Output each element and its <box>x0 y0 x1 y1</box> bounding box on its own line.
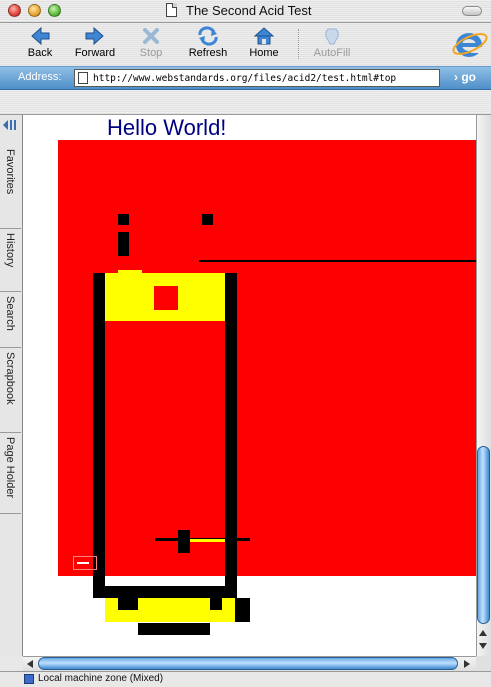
window-title: The Second Acid Test <box>186 3 312 18</box>
zoom-window-button[interactable] <box>48 4 61 17</box>
vertical-scrollbar-thumb[interactable] <box>477 446 490 624</box>
scrollbar-corner <box>476 656 491 671</box>
autofill-button[interactable]: AutoFill <box>303 25 361 65</box>
bottom-bar <box>138 623 210 635</box>
horizontal-scrollbar-thumb[interactable] <box>38 657 458 670</box>
tab-page-holder-label: Page Holder <box>4 437 16 499</box>
scroll-up-arrow-icon[interactable] <box>478 628 488 638</box>
back-label: Back <box>27 47 53 59</box>
nose-block <box>118 232 129 256</box>
right-eye-block <box>202 214 213 225</box>
stop-x-icon <box>143 28 159 44</box>
toolbar-toggle-button[interactable] <box>462 6 482 16</box>
back-arrow-icon <box>31 26 50 46</box>
explorer-bar: Favorites History Search Scrapbook Page … <box>0 115 23 656</box>
address-bar: Address: › go <box>0 66 491 90</box>
forward-arrow-icon <box>85 26 104 46</box>
smile-block <box>178 530 190 553</box>
internet-explorer-logo-icon <box>452 33 488 57</box>
right-face-border <box>225 273 237 598</box>
forward-button[interactable]: Forward <box>66 25 124 65</box>
tab-scrapbook-label: Scrapbook <box>4 352 16 405</box>
home-icon <box>253 27 275 45</box>
status-zone-text: Local machine zone (Mixed) <box>38 673 164 684</box>
chin-bar <box>93 586 237 598</box>
autofill-label: AutoFill <box>313 47 351 59</box>
go-label: go <box>461 70 477 84</box>
security-zone-icon <box>24 674 34 684</box>
autofill-icon <box>325 28 339 45</box>
title-bar: The Second Acid Test <box>0 0 491 23</box>
tab-history-label: History <box>4 233 16 268</box>
left-eye-block <box>118 214 129 225</box>
toolbar: Back Forward Stop Refresh Home AutoFill <box>0 23 491 65</box>
scroll-right-arrow-icon[interactable] <box>462 659 472 669</box>
status-bar: Local machine zone (Mixed) <box>0 671 491 687</box>
left-face-border <box>93 273 105 598</box>
tab-search[interactable]: Search <box>0 292 21 348</box>
go-button[interactable]: › go <box>454 70 476 84</box>
page-icon <box>78 72 88 84</box>
minimize-window-button[interactable] <box>28 4 41 17</box>
stop-button[interactable]: Stop <box>122 25 180 65</box>
page-heading: Hello World! <box>107 115 227 140</box>
scroll-left-arrow-icon[interactable] <box>25 659 35 669</box>
refresh-icon <box>198 26 218 46</box>
small-white-bar <box>77 562 89 564</box>
address-label: Address: <box>18 71 62 83</box>
toolbar-separator <box>298 29 300 59</box>
forward-label: Forward <box>74 47 116 59</box>
stop-label: Stop <box>139 47 163 59</box>
back-button[interactable]: Back <box>11 25 69 65</box>
explorer-toggle-icon[interactable] <box>2 119 18 131</box>
horizontal-line <box>199 260 476 262</box>
tab-favorites-label: Favorites <box>4 149 16 195</box>
document-icon <box>166 3 177 17</box>
address-field[interactable] <box>74 69 440 87</box>
chin-right-notch <box>210 598 222 610</box>
home-label: Home <box>249 47 279 59</box>
url-input[interactable] <box>93 71 433 85</box>
tab-search-label: Search <box>4 296 16 331</box>
scroll-down-arrow-icon[interactable] <box>478 641 488 651</box>
page-content: Hello World! <box>23 115 476 656</box>
tab-scrapbook[interactable]: Scrapbook <box>0 348 21 433</box>
yellow-hat-block <box>118 270 142 274</box>
chin-left-notch <box>118 598 138 610</box>
chin-right-block <box>235 598 250 622</box>
tab-favorites[interactable]: Favorites <box>0 145 21 229</box>
favorites-bar <box>0 90 491 115</box>
refresh-button[interactable]: Refresh <box>179 25 237 65</box>
red-square-block <box>154 286 178 310</box>
refresh-label: Refresh <box>188 47 228 59</box>
tab-history[interactable]: History <box>0 229 21 292</box>
close-window-button[interactable] <box>8 4 21 17</box>
tab-page-holder[interactable]: Page Holder <box>0 433 21 514</box>
home-button[interactable]: Home <box>235 25 293 65</box>
red-background-block <box>58 140 476 576</box>
